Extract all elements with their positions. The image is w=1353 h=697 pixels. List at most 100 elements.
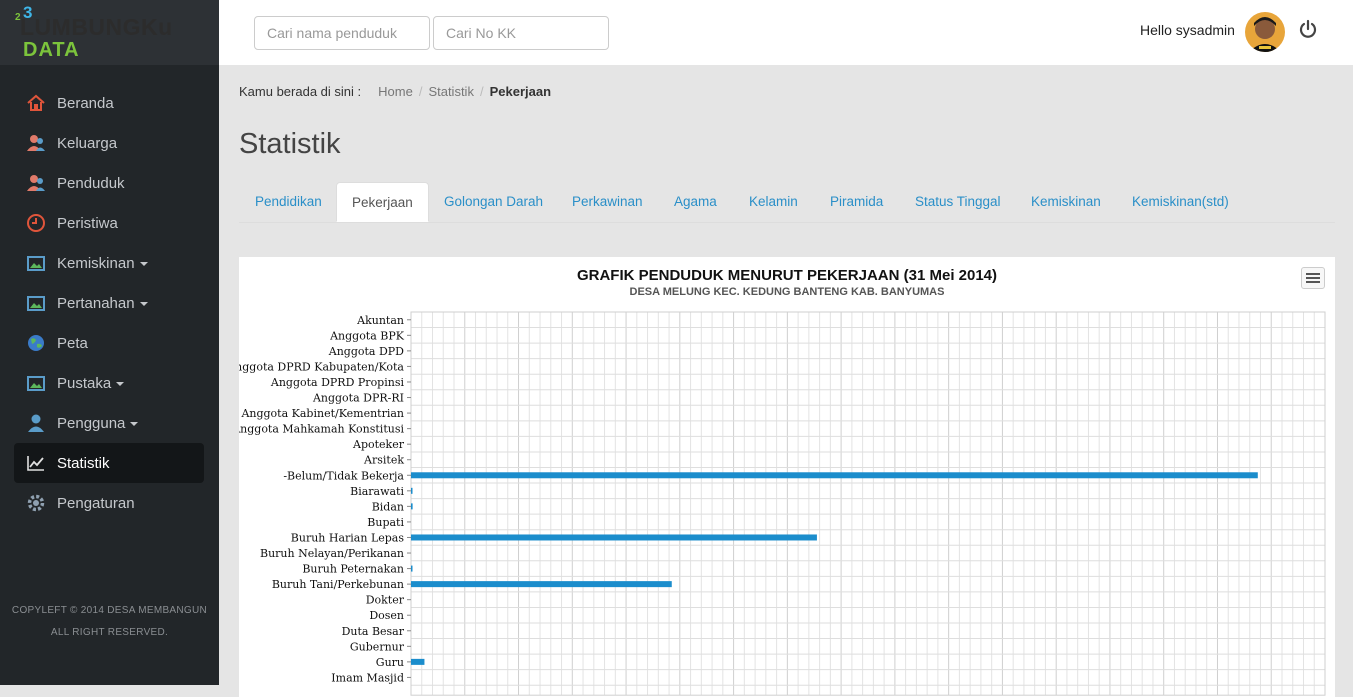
sidebar-item-label: Beranda (57, 94, 114, 112)
chart: Akuntan Anggota BPK Anggota DPD Anggota DPR… (239, 311, 1326, 696)
sidebar-item-pengaturan[interactable]: Pengaturan (0, 483, 219, 523)
home-icon (26, 93, 46, 113)
bar[interactable] (411, 565, 413, 572)
breadcrumb-home[interactable]: Home (378, 84, 413, 99)
chart-menu-button[interactable] (1301, 267, 1325, 289)
chart-title: GRAFIK PENDUDUK MENURUT PEKERJAAN (31 Me… (576, 267, 998, 284)
sidebar-item-beranda[interactable]: Beranda (0, 83, 219, 123)
category-tick-label: Akuntan (356, 314, 404, 327)
category-tick-label: Arsitek (363, 454, 404, 467)
bar[interactable] (411, 581, 672, 588)
logo-mark-big: 3 (23, 3, 33, 22)
user-icon (26, 413, 46, 433)
breadcrumb-label: Kamu berada di sini : (239, 84, 362, 99)
chart-panel: Akuntan Anggota BPK Anggota DPD Anggota DPR… (239, 257, 1335, 697)
category-tick-label: Anggota DPD (328, 345, 404, 358)
sidebar-menu: Beranda Keluarga Penduduk Peristiwa Kemiskin… (0, 83, 219, 523)
category-tick-label: Dokter (366, 594, 405, 607)
category-tick-label: Biarawati (350, 485, 404, 498)
tab-agama[interactable]: Agama (674, 182, 717, 222)
tab-status-tinggal[interactable]: Status Tinggal (915, 182, 1001, 222)
category-tick-label: Guru (376, 656, 404, 669)
sidebar-item-pertanahan[interactable]: Pertanahan (0, 283, 219, 323)
bar[interactable] (411, 487, 413, 494)
tab-kelamin[interactable]: Kelamin (749, 182, 798, 222)
category-tick-label: Buruh Nelayan/Perikanan (260, 547, 404, 560)
category-tick-label: Bidan (372, 500, 404, 513)
category-tick-label: Bupati (367, 516, 404, 529)
category-tick-label: Imam Masjid (331, 671, 404, 684)
sidebar-item-label: Pengguna (57, 414, 126, 432)
category-tick-label: Anggota DPRD Propinsi (270, 376, 405, 389)
bar[interactable] (411, 472, 1258, 479)
sidebar-item-penduduk[interactable]: Penduduk (0, 163, 219, 203)
sidebar-item-label: Keluarga (57, 134, 118, 152)
category-tick-label: Anggota BPK (329, 329, 405, 342)
sidebar-item-statistik[interactable]: Statistik (14, 443, 204, 483)
search-name-input[interactable] (254, 16, 430, 50)
tab-kemiskinan-std[interactable]: Kemiskinan(std) (1132, 182, 1229, 222)
category-tick-label: Gubernur (350, 640, 405, 653)
bar[interactable] (411, 658, 425, 665)
page-title: Statistik (239, 128, 341, 160)
caret-down-icon (130, 422, 139, 426)
power-icon[interactable] (1298, 19, 1318, 39)
sidebar-item-keluarga[interactable]: Keluarga (0, 123, 219, 163)
sidebar-item-label: Peristiwa (57, 214, 118, 232)
logo-mark-small: 2 (15, 12, 21, 23)
avatar[interactable] (1245, 12, 1285, 52)
sidebar: LUMBUNGKu 2 3 DATA Beranda Keluarga Pendud… (0, 0, 219, 685)
image-icon (26, 373, 46, 393)
people-icon (26, 173, 46, 193)
category-tick-label: Anggota Mahkamah Konstitusi (239, 423, 404, 436)
breadcrumb-current: Pekerjaan (489, 84, 552, 99)
bar[interactable] (411, 503, 413, 510)
category-tick-label: -Belum/Tidak Bekerja (283, 469, 404, 482)
tab-perkawinan[interactable]: Perkawinan (572, 182, 643, 222)
category-tick-label: Dosen (369, 609, 404, 622)
category-tick-label: Anggota DPRD Kabupaten/Kota (239, 360, 404, 373)
caret-down-icon (116, 382, 125, 386)
sidebar-item-kemiskinan[interactable]: Kemiskinan (0, 243, 219, 283)
image-icon (26, 253, 46, 273)
sidebar-item-label: Kemiskinan (57, 254, 135, 272)
image-icon (26, 293, 46, 313)
topbar: Hello sysadmin (219, 0, 1353, 65)
bar[interactable] (411, 534, 817, 541)
category-tick-label: Apoteker (352, 438, 405, 451)
footer-copyleft: COPYLEFT © 2014 DESA MEMBANGUN (11, 605, 208, 616)
breadcrumb: Kamu berada di sini : Home / Statistik / Peke… (239, 84, 551, 99)
tab-golongan-darah[interactable]: Golongan Darah (444, 182, 543, 222)
category-tick-label: Anggota Kabinet/Kementrian (240, 407, 404, 420)
tab-pekerjaan[interactable]: Pekerjaan (336, 182, 429, 222)
sidebar-item-peta[interactable]: Peta (0, 323, 219, 363)
logo[interactable]: LUMBUNGKu 2 3 DATA (0, 0, 219, 65)
sidebar-item-peristiwa[interactable]: Peristiwa (0, 203, 219, 243)
caret-down-icon (139, 302, 148, 306)
search-kk-input[interactable] (433, 16, 609, 50)
sidebar-item-label: Pertanahan (57, 294, 135, 312)
sidebar-item-label: Penduduk (57, 174, 125, 192)
gear-icon (26, 493, 46, 513)
sidebar-footer: COPYLEFT © 2014 DESA MEMBANGUN ALL RIGHT… (0, 600, 219, 644)
category-tick-label: Buruh Tani/Perkebunan (272, 578, 404, 591)
sidebar-item-pengguna[interactable]: Pengguna (0, 403, 219, 443)
sidebar-item-pustaka[interactable]: Pustaka (0, 363, 219, 403)
category-tick-label: Buruh Peternakan (302, 563, 404, 576)
sidebar-item-label: Pustaka (57, 374, 112, 392)
family-icon (26, 133, 46, 153)
tab-pendidikan[interactable]: Pendidikan (255, 182, 322, 222)
chart-subtitle: DESA MELUNG KEC. KEDUNG BANTENG KAB. BAN… (629, 286, 945, 298)
clock-icon (26, 213, 46, 233)
sidebar-item-label: Statistik (57, 454, 110, 472)
category-tick-label: Duta Besar (342, 625, 405, 638)
tab-kemiskinan[interactable]: Kemiskinan (1031, 182, 1101, 222)
logo-sub: DATA (23, 39, 80, 61)
breadcrumb-statistik[interactable]: Statistik (428, 84, 474, 99)
tabs: Pendidikan Pekerjaan Golongan Darah Perkawi… (239, 182, 1335, 223)
chart-line-icon (26, 453, 46, 473)
logo-name: LUMBUNGKu (20, 14, 173, 40)
tab-piramida[interactable]: Piramida (830, 182, 883, 222)
breadcrumb-separator: / (479, 84, 484, 99)
plot-border (410, 311, 1326, 696)
